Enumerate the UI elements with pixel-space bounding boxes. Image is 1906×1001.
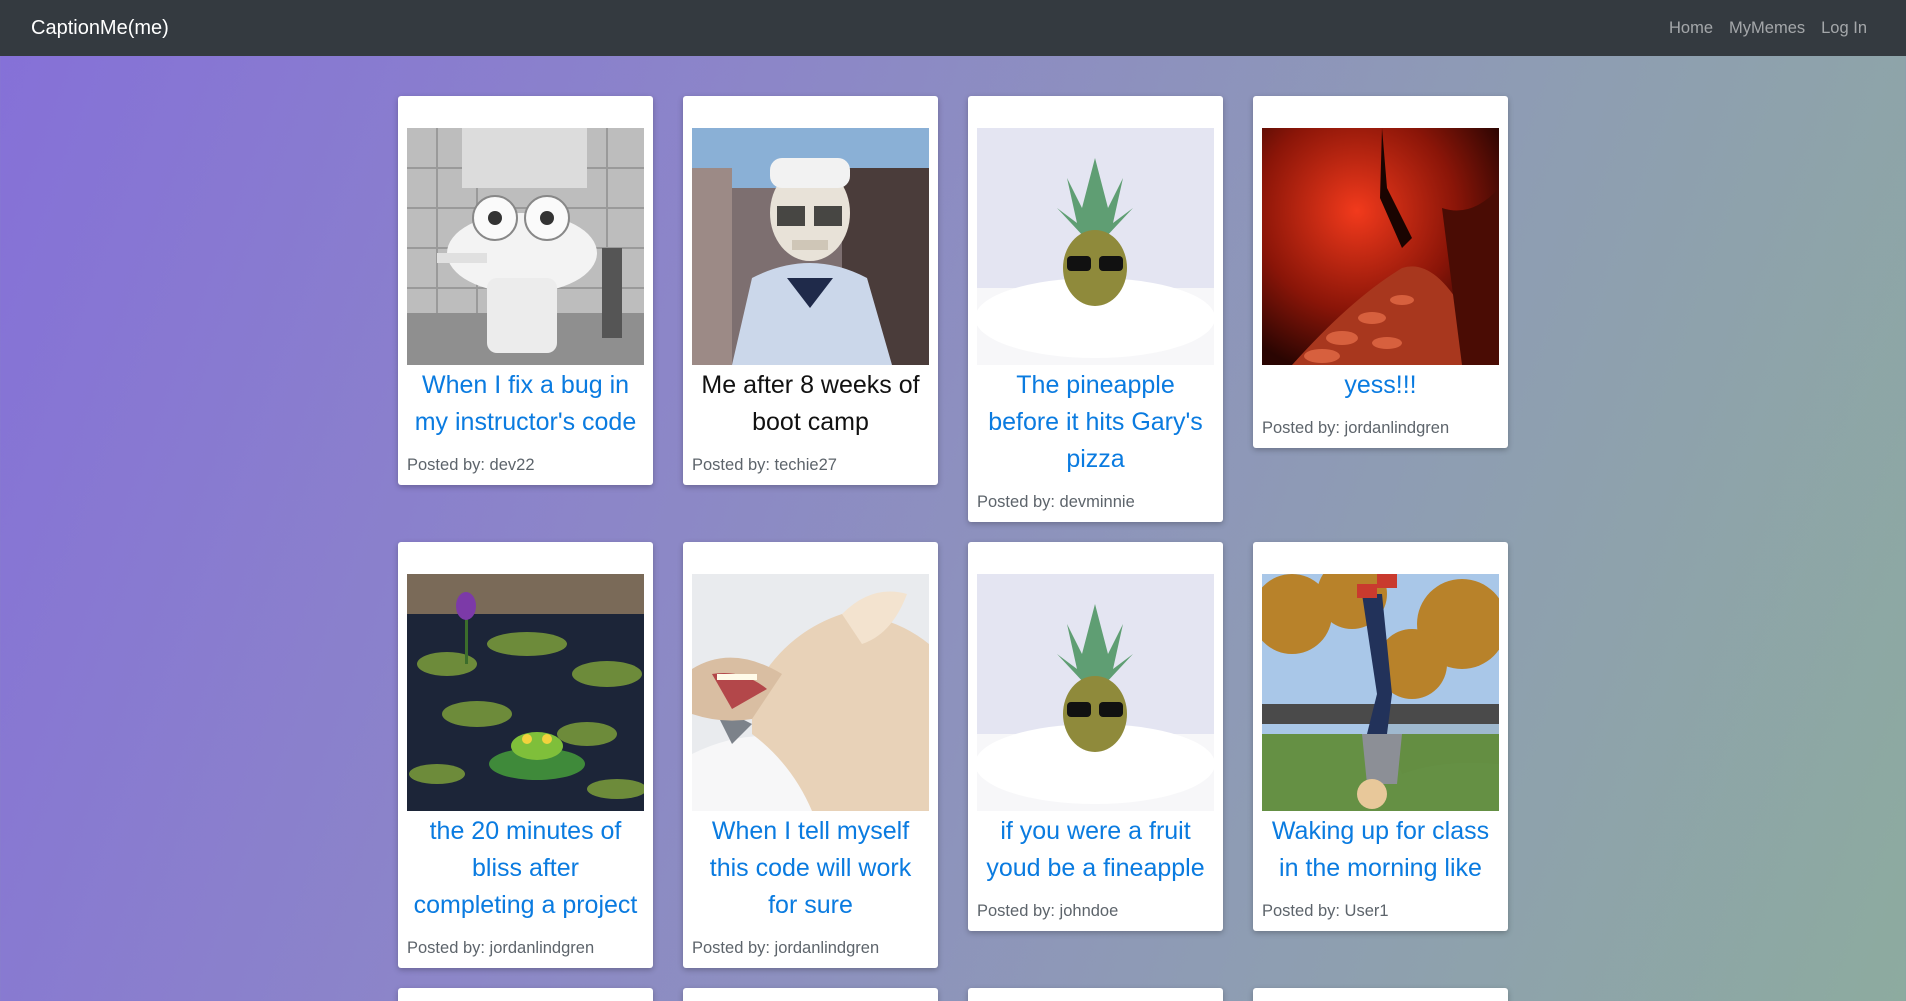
meme-caption[interactable]: When I tell myself this code will work f…	[692, 813, 929, 924]
meme-image-pineapple[interactable]	[977, 574, 1214, 811]
meme-poster: Posted by: dev22	[407, 456, 535, 474]
meme-caption[interactable]: if you were a fruit youd be a fineapple	[977, 813, 1214, 887]
meme-image-frog[interactable]	[407, 574, 644, 811]
meme-card[interactable]: Waking up for class in the morning like …	[1253, 542, 1508, 931]
meme-card[interactable]: Me after 8 weeks of boot camp Posted by:…	[683, 96, 938, 485]
meme-caption: Me after 8 weeks of boot camp	[701, 371, 920, 436]
meme-card[interactable]: yess!!! Posted by: jordanlindgren	[1253, 96, 1508, 448]
meme-caption[interactable]: When I fix a bug in my instructor's code	[407, 367, 644, 441]
meme-poster: Posted by: jordanlindgren	[1262, 419, 1450, 437]
meme-caption[interactable]: Waking up for class in the morning like	[1262, 813, 1499, 887]
meme-card[interactable]: When I tell myself this code will work f…	[683, 542, 938, 968]
meme-poster: Posted by: johndoe	[977, 902, 1119, 920]
meme-poster: Posted by: devminnie	[977, 493, 1135, 511]
meme-poster: Posted by: jordanlindgren	[692, 939, 880, 957]
meme-card[interactable]: When I fix a bug in my instructor's code…	[398, 96, 653, 485]
meme-card[interactable]: the 20 minutes of bliss after completing…	[398, 542, 653, 968]
meme-card-partial[interactable]	[968, 988, 1223, 1001]
meme-caption[interactable]: The pineapple before it hits Gary's pizz…	[977, 367, 1214, 478]
meme-poster: Posted by: User1	[1262, 902, 1389, 920]
meme-grid: When I fix a bug in my instructor's code…	[398, 96, 1508, 1001]
meme-image-red-forest[interactable]	[1262, 128, 1499, 365]
meme-image-toilet[interactable]	[407, 128, 644, 365]
navbar: CaptionMe(me) Home MyMemes Log In	[0, 0, 1906, 56]
meme-poster: Posted by: techie27	[692, 456, 837, 474]
meme-card-partial[interactable]	[398, 988, 653, 1001]
meme-card-partial[interactable]	[683, 988, 938, 1001]
nav-mymemes-link[interactable]: MyMemes	[1729, 19, 1805, 38]
meme-poster: Posted by: jordanlindgren	[407, 939, 595, 957]
brand-logo[interactable]: CaptionMe(me)	[31, 17, 169, 40]
meme-image-pineapple[interactable]	[977, 128, 1214, 365]
meme-image-horse[interactable]	[692, 574, 929, 811]
nav-login-link[interactable]: Log In	[1821, 19, 1867, 38]
nav-home-link[interactable]: Home	[1669, 19, 1713, 38]
meme-card[interactable]: The pineapple before it hits Gary's pizz…	[968, 96, 1223, 522]
meme-card[interactable]: if you were a fruit youd be a fineapple …	[968, 542, 1223, 931]
meme-caption[interactable]: yess!!!	[1262, 367, 1499, 404]
meme-image-skeleton[interactable]	[692, 128, 929, 365]
meme-card-partial[interactable]	[1253, 988, 1508, 1001]
meme-image-handstand[interactable]	[1262, 574, 1499, 811]
meme-caption[interactable]: the 20 minutes of bliss after completing…	[407, 813, 644, 924]
nav-links: Home MyMemes Log In	[1669, 19, 1875, 38]
